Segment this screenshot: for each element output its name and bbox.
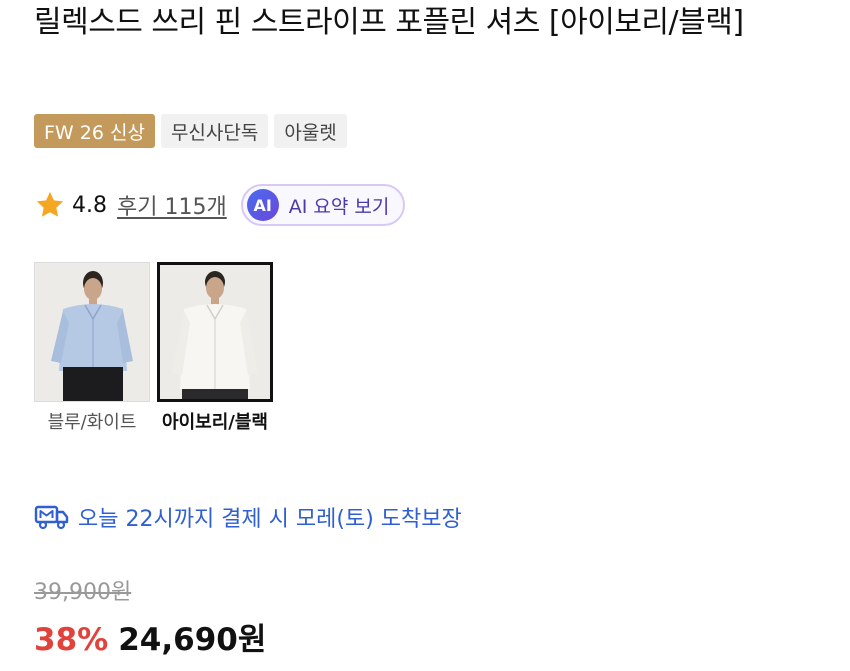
color-option-ivory-black[interactable]: 아이보리/블랙 — [157, 262, 273, 435]
discount-rate: 38% — [34, 622, 109, 658]
outlet-badge: 아울렛 — [274, 114, 347, 148]
color-option-label: 아이보리/블랙 — [162, 412, 268, 433]
review-count-link[interactable]: 후기 115개 — [117, 189, 227, 221]
rating-row: 4.8 후기 115개 AI AI 요약 보기 — [34, 182, 406, 228]
ai-icon: AI — [246, 189, 279, 221]
product-title: 릴렉스드 쓰리 핀 스트라이프 포플린 셔츠 [아이보리/블랙] — [34, 5, 744, 40]
badge-list: FW 26 신상 무신사단독 아울렛 — [34, 114, 347, 148]
delivery-text: 오늘 22시까지 결제 시 모레(토) 도착보장 — [78, 507, 462, 532]
star-icon — [36, 191, 64, 217]
color-option-blue-white[interactable]: 블루/화이트 — [34, 262, 150, 435]
delivery-guarantee: 오늘 22시까지 결제 시 모레(토) 도착보장 — [34, 500, 462, 534]
rating-value: 4.8 — [72, 192, 107, 218]
blue-shirt-thumbnail — [34, 262, 150, 402]
ai-summary-label: AI 요약 보기 — [288, 195, 390, 218]
price-row: 38% 24,690원 — [34, 614, 266, 659]
new-season-badge: FW 26 신상 — [34, 114, 155, 148]
ivory-shirt-thumbnail — [157, 262, 273, 402]
original-price: 39,900원 — [34, 580, 132, 605]
truck-icon — [34, 505, 69, 530]
ai-summary-button[interactable]: AI AI 요약 보기 — [240, 184, 406, 226]
color-option-label: 블루/화이트 — [47, 412, 137, 433]
final-price: 24,690원 — [118, 622, 267, 658]
exclusive-badge: 무신사단독 — [160, 114, 269, 148]
